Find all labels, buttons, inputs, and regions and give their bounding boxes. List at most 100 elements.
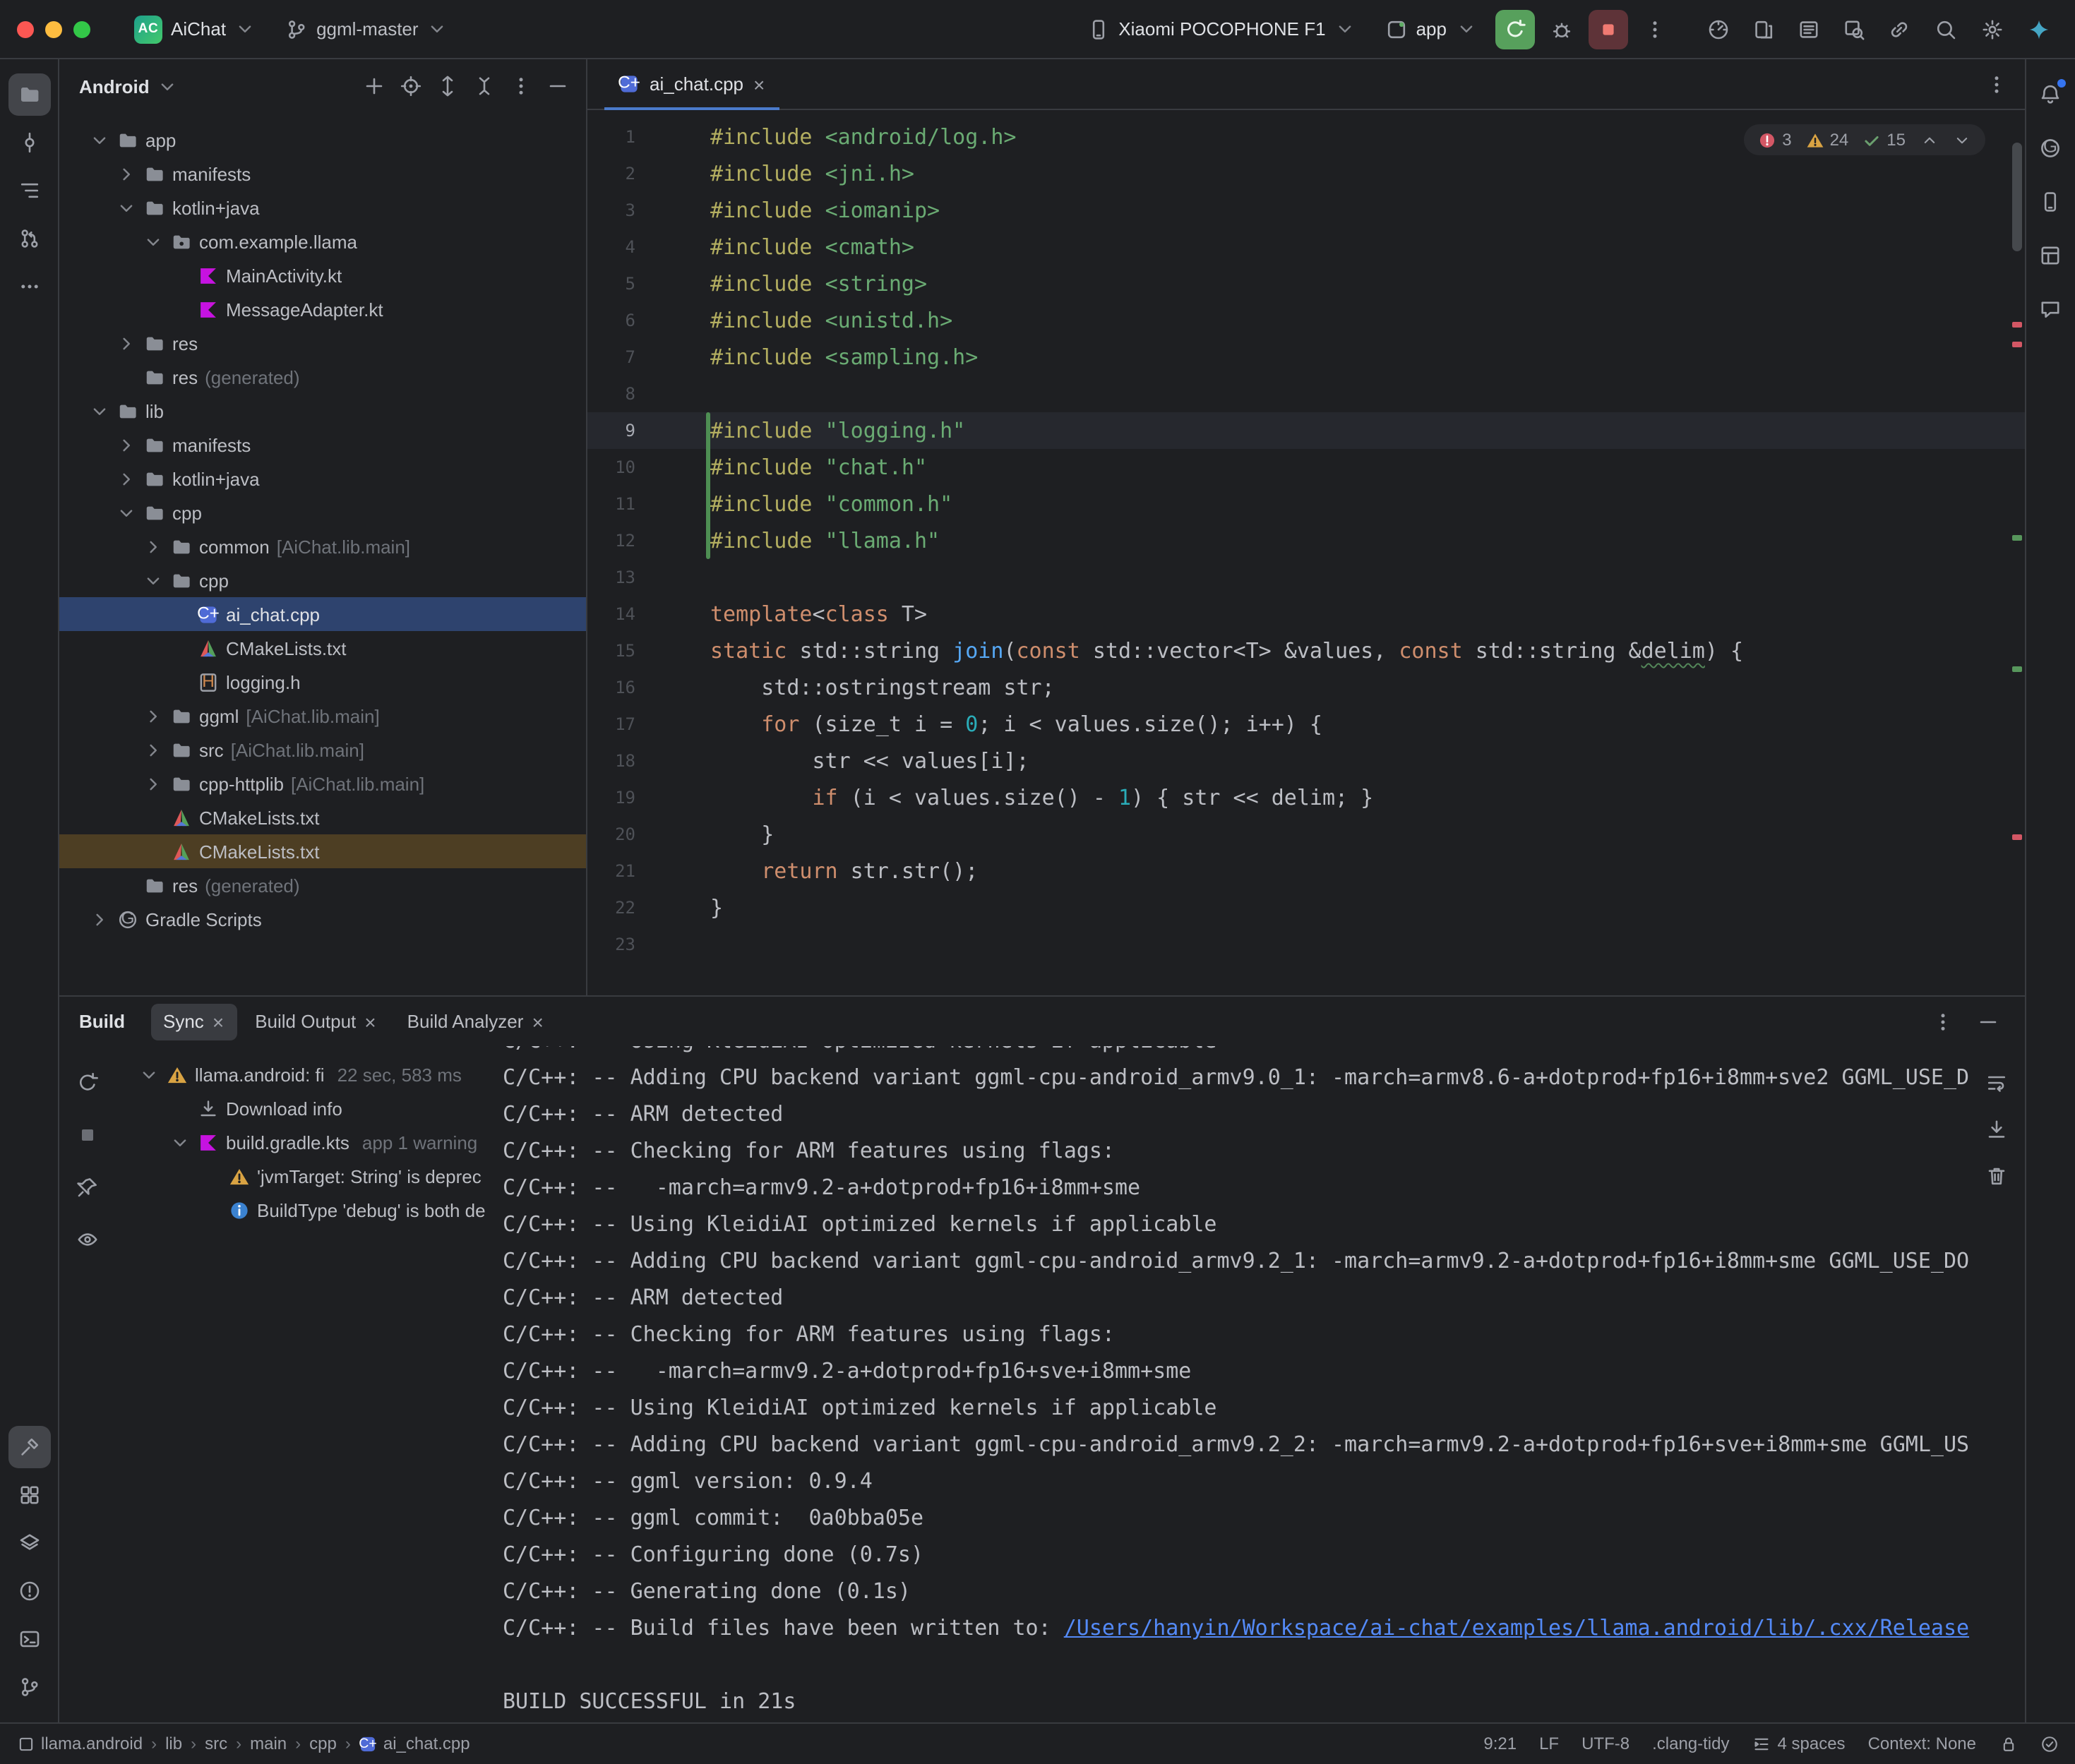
close-icon[interactable]: × (532, 1012, 543, 1031)
build-tree-item-llama-android-fi[interactable]: llama.android: fi22 sec, 583 ms (116, 1057, 503, 1091)
tool-button-device-manager[interactable] (2029, 181, 2071, 223)
line-number[interactable]: 20 (587, 824, 635, 844)
tool-button-version-control[interactable] (8, 1665, 50, 1708)
tool-button-gradle[interactable]: G (2029, 127, 2071, 169)
code-analyzer-widget[interactable]: .clang-tidy (1652, 1734, 1729, 1753)
scroll-to-end-button[interactable] (1979, 1112, 2013, 1146)
chev-down-icon[interactable] (1952, 131, 1971, 149)
build-console[interactable]: C/C++: -- Using KleidiAI optimized kerne… (503, 1046, 2024, 1722)
tool-button-build-variants[interactable] (8, 1521, 50, 1564)
write-access-widget[interactable] (1999, 1734, 2017, 1753)
build-tab-build-output[interactable]: Build Output× (242, 1003, 388, 1040)
line-number[interactable]: 11 (587, 494, 635, 514)
hide-build-panel-button[interactable] (1971, 1004, 2004, 1038)
tool-button-terminal[interactable] (8, 1617, 50, 1660)
breadcrumb-item-ai-chat-cpp[interactable]: C+ai_chat.cpp (359, 1734, 470, 1753)
tree-item-res[interactable]: res (generated) (59, 868, 586, 902)
tool-button-app-quality-insights[interactable] (2029, 288, 2071, 330)
breadcrumb-item-lib[interactable]: lib (165, 1734, 182, 1753)
line-separator-widget[interactable]: LF (1539, 1734, 1559, 1753)
tree-item-cmakelists-txt[interactable]: CMakeLists.txt (59, 631, 586, 665)
tree-item-res[interactable]: res (generated) (59, 360, 586, 394)
build-tree-item-download-info[interactable]: Download info (116, 1091, 503, 1125)
tool-button-problems[interactable] (8, 1569, 50, 1612)
line-number[interactable]: 14 (587, 604, 635, 624)
tree-item-cpp[interactable]: cpp (59, 496, 586, 529)
line-number[interactable]: 21 (587, 861, 635, 881)
gemini-button[interactable] (2019, 9, 2058, 49)
select-opened-file-button[interactable] (394, 69, 428, 103)
tool-button-packages[interactable] (8, 1473, 50, 1516)
line-number[interactable]: 2 (587, 164, 635, 184)
tree-item-manifests[interactable]: manifests (59, 428, 586, 462)
breadcrumb-item-llama-android[interactable]: llama.android (17, 1734, 143, 1753)
clear-all-button[interactable] (1979, 1159, 2013, 1193)
build-tab-sync[interactable]: Sync× (150, 1003, 237, 1040)
line-number[interactable]: 23 (587, 935, 635, 954)
sync-project-button[interactable] (1879, 9, 1918, 49)
app-inspection-button[interactable] (1834, 9, 1873, 49)
rerun-sync-button[interactable] (71, 1066, 104, 1100)
add-button[interactable] (357, 69, 391, 103)
line-number[interactable]: 18 (587, 751, 635, 771)
device-mirroring-button[interactable] (1743, 9, 1783, 49)
run-configuration-selector[interactable]: app (1374, 9, 1488, 49)
line-number[interactable]: 12 (587, 531, 635, 551)
tree-item-lib[interactable]: lib (59, 394, 586, 428)
search-everywhere-button[interactable] (1925, 9, 1965, 49)
editor-tab-ai-chat-cpp[interactable]: C+ ai_chat.cpp × (604, 59, 779, 109)
line-number[interactable]: 16 (587, 678, 635, 697)
tool-button-more-tool-windows[interactable] (8, 265, 50, 308)
pin-tab-button[interactable] (71, 1170, 104, 1204)
file-encoding-widget[interactable]: UTF-8 (1581, 1734, 1629, 1753)
line-number[interactable]: 5 (587, 274, 635, 294)
tree-item-ggml[interactable]: ggml [AiChat.lib.main] (59, 699, 586, 733)
breadcrumb-item-main[interactable]: main (250, 1734, 287, 1753)
line-number[interactable]: 9 (587, 421, 635, 440)
tool-button-structure[interactable] (8, 169, 50, 212)
close-icon[interactable]: × (364, 1012, 376, 1031)
expand-all-button[interactable] (431, 69, 465, 103)
more-run-options-button[interactable] (1634, 9, 1674, 49)
tool-button-pull-requests[interactable] (8, 217, 50, 260)
project-view-selector[interactable]: Android (71, 76, 186, 97)
tree-item-messageadapter-kt[interactable]: MessageAdapter.kt (59, 292, 586, 326)
soft-wrap-button[interactable] (1979, 1066, 2013, 1100)
vcs-branch-widget[interactable]: ggml-master (274, 9, 460, 49)
tree-item-kotlin-java[interactable]: kotlin+java (59, 462, 586, 496)
device-selector[interactable]: Xiaomi POCOPHONE F1 (1076, 9, 1366, 49)
stop-button[interactable] (71, 1118, 104, 1152)
settings-button[interactable] (1972, 9, 2011, 49)
line-number[interactable]: 4 (587, 237, 635, 257)
line-number[interactable]: 8 (587, 384, 635, 404)
code-editor[interactable]: 1#include <android/log.h>2#include <jni.… (587, 110, 2024, 995)
editor-options-button[interactable] (1979, 67, 2013, 101)
tree-item-manifests[interactable]: manifests (59, 157, 586, 191)
line-number[interactable]: 19 (587, 788, 635, 808)
warnings-indicator[interactable]: 24 (1806, 130, 1849, 150)
tree-item-cpp[interactable]: cpp (59, 563, 586, 597)
line-number[interactable]: 10 (587, 457, 635, 477)
tree-item-src[interactable]: src [AiChat.lib.main] (59, 733, 586, 767)
close-icon[interactable]: × (213, 1012, 224, 1031)
tool-button-commit[interactable] (8, 121, 50, 164)
tree-item-mainactivity-kt[interactable]: MainActivity.kt (59, 258, 586, 292)
output-path-link[interactable]: /Users/hanyin/Workspace/ai-chat/examples… (1064, 1615, 1969, 1640)
build-options-button[interactable] (1925, 1004, 1959, 1038)
tool-button-notifications[interactable] (2029, 73, 2071, 116)
project-widget[interactable]: AC AiChat (123, 9, 267, 49)
errors-indicator[interactable]: 3 (1758, 130, 1791, 150)
profiler-button[interactable] (1698, 9, 1738, 49)
stop-button[interactable] (1588, 9, 1627, 49)
options-button[interactable] (504, 69, 538, 103)
tree-item-ai-chat-cpp[interactable]: C+ai_chat.cpp (59, 597, 586, 631)
chev-up-icon[interactable] (1920, 131, 1938, 149)
run-button[interactable] (1495, 9, 1534, 49)
tool-button-layout-inspector[interactable] (2029, 234, 2071, 277)
ai-context-widget[interactable]: Context: None (1868, 1734, 1976, 1753)
tree-item-logging-h[interactable]: Hlogging.h (59, 665, 586, 699)
tool-button-build[interactable] (8, 1425, 50, 1468)
passed-indicator[interactable]: 15 (1862, 130, 1906, 150)
tree-item-cpp-httplib[interactable]: cpp-httplib [AiChat.lib.main] (59, 767, 586, 800)
logcat-button[interactable] (1788, 9, 1828, 49)
